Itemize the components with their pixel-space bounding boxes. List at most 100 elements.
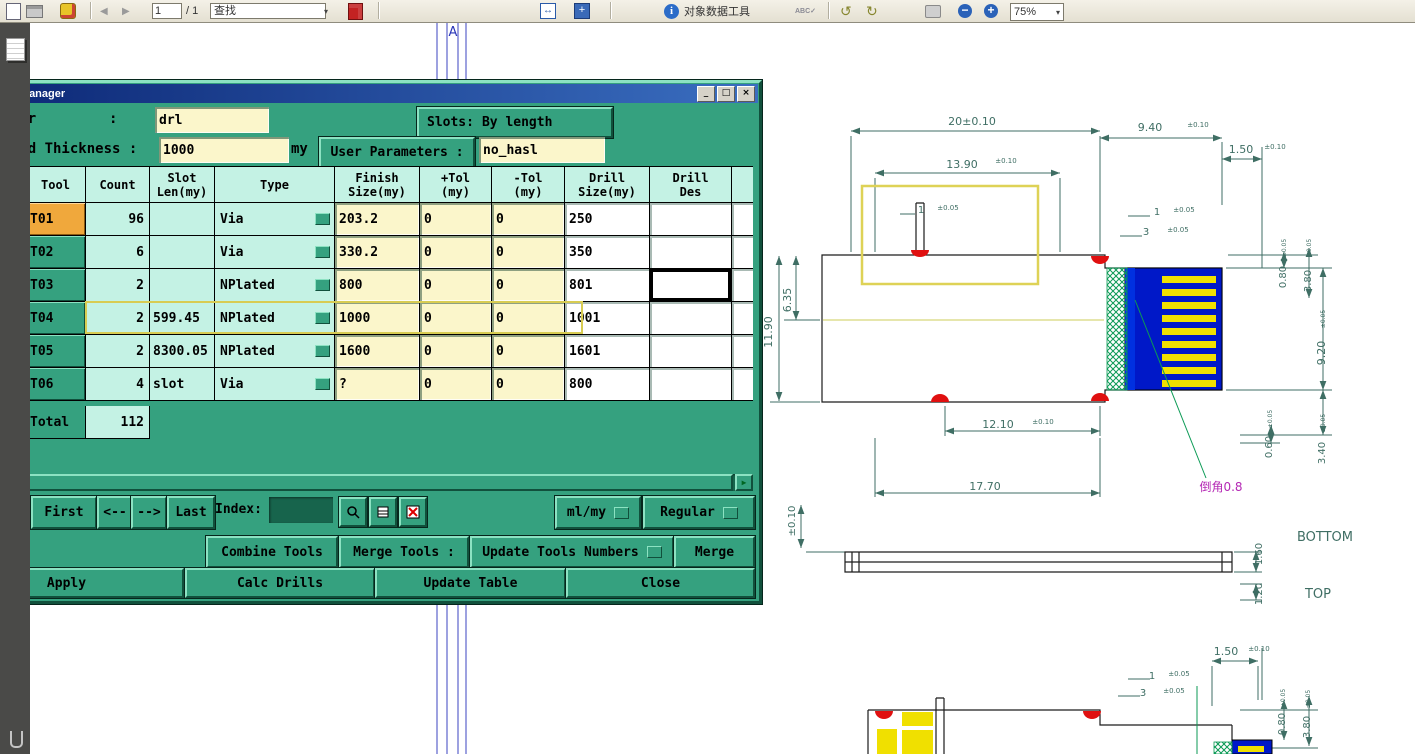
zoom-out-icon[interactable]: −	[958, 3, 972, 19]
snapshot-icon[interactable]	[925, 3, 941, 19]
pan-tool-button[interactable]	[369, 497, 397, 527]
user-parameters-input[interactable]: no_hasl	[479, 137, 605, 163]
side-input[interactable]	[732, 335, 753, 368]
finish-size-input[interactable]: 1000	[335, 302, 420, 335]
drill-des-input[interactable]	[650, 236, 732, 269]
side-input[interactable]	[732, 302, 753, 335]
pages-panel-icon[interactable]	[6, 38, 25, 61]
combine-tools-button[interactable]: Combine Tools	[206, 536, 338, 568]
scrollbar-thumb[interactable]	[0, 474, 733, 491]
minus-tol-input[interactable]: 0	[492, 203, 565, 236]
drill-des-input[interactable]	[650, 269, 732, 302]
board-thickness-input[interactable]: 1000	[159, 137, 289, 163]
finish-size-input[interactable]: 203.2	[335, 203, 420, 236]
pdf-icon	[348, 2, 363, 20]
calc-drills-button[interactable]: Calc Drills	[185, 568, 375, 598]
zoom-in-icon[interactable]: +	[984, 3, 998, 19]
dialog-titlebar[interactable]: Drill Tool Manager _ □ ×	[0, 84, 758, 103]
tool-button[interactable]: T02	[26, 236, 86, 269]
mode-select[interactable]: Regular	[643, 496, 755, 529]
object-data-tool-button[interactable]: i 对象数据工具	[664, 3, 750, 19]
side-input[interactable]	[732, 203, 753, 236]
update-tools-numbers-select[interactable]: Update Tools Numbers	[470, 536, 674, 568]
slot-len-cell	[150, 236, 215, 269]
drill-size-input[interactable]: 250	[565, 203, 650, 236]
previous-page-icon[interactable]: ◀	[100, 3, 108, 19]
drill-size-input[interactable]: 1001	[565, 302, 650, 335]
minus-tol-input[interactable]: 0	[492, 368, 565, 401]
drill-size-input[interactable]: 800	[565, 368, 650, 401]
prev-button[interactable]: <--	[97, 496, 133, 529]
index-input[interactable]	[269, 497, 333, 523]
tool-button[interactable]: T05	[26, 335, 86, 368]
fit-page-icon[interactable]: +	[574, 3, 590, 19]
units-select[interactable]: ml/my	[555, 496, 641, 529]
type-select[interactable]: Via	[215, 368, 335, 401]
stamp-icon[interactable]	[60, 3, 76, 19]
user-parameters-button[interactable]: User Parameters :	[319, 137, 475, 168]
clear-filter-button[interactable]	[399, 497, 427, 527]
slots-mode-select[interactable]: Slots: By length	[417, 107, 613, 138]
previous-view-icon[interactable]: ↺	[840, 3, 852, 19]
spellcheck-icon[interactable]: ABC ✓	[795, 3, 816, 19]
tool-button[interactable]: T01	[26, 203, 86, 236]
find-input[interactable]	[210, 3, 326, 19]
drill-size-input[interactable]: 1601	[565, 335, 650, 368]
minus-tol-input[interactable]: 0	[492, 269, 565, 302]
zoom-tool-button[interactable]	[339, 497, 367, 527]
update-table-button[interactable]: Update Table	[375, 568, 566, 598]
plus-tol-input[interactable]: 0	[420, 368, 492, 401]
finish-size-input[interactable]: 800	[335, 269, 420, 302]
side-input[interactable]	[732, 236, 753, 269]
plus-tol-input[interactable]: 0	[420, 269, 492, 302]
tool-button[interactable]: T06	[26, 368, 86, 401]
restore-button[interactable]: □	[717, 85, 735, 102]
plus-tol-input[interactable]: 0	[420, 335, 492, 368]
last-button[interactable]: Last	[167, 496, 215, 529]
close-window-button[interactable]: ×	[737, 85, 755, 102]
type-select[interactable]: Via	[215, 236, 335, 269]
next-view-icon[interactable]: ↻	[866, 3, 878, 19]
convert-pdf-icon[interactable]	[348, 2, 363, 20]
side-input[interactable]	[732, 269, 753, 302]
drill-des-input[interactable]	[650, 368, 732, 401]
next-button[interactable]: -->	[131, 496, 167, 529]
finish-size-input[interactable]: ?	[335, 368, 420, 401]
layer-input[interactable]: drl	[155, 107, 269, 133]
drill-des-input[interactable]	[650, 203, 732, 236]
type-select[interactable]: NPlated	[215, 335, 335, 368]
find-dropdown-icon[interactable]: ▾	[324, 3, 328, 19]
minus-tol-input[interactable]: 0	[492, 335, 565, 368]
plus-tol-input[interactable]: 0	[420, 203, 492, 236]
fit-width-icon[interactable]: ↔	[540, 3, 556, 19]
drill-size-input[interactable]: 350	[565, 236, 650, 269]
drill-des-input[interactable]	[650, 335, 732, 368]
tool-button[interactable]: T03	[26, 269, 86, 302]
zoom-level-select[interactable]: 75% ▾	[1010, 3, 1064, 21]
first-button[interactable]: First	[31, 496, 97, 529]
merge-tools-button[interactable]: Merge Tools :	[339, 536, 469, 568]
finish-size-input[interactable]: 330.2	[335, 236, 420, 269]
type-select[interactable]: Via	[215, 203, 335, 236]
minus-tol-input[interactable]: 0	[492, 236, 565, 269]
attachments-panel-icon[interactable]	[10, 731, 23, 748]
open-document-icon[interactable]	[6, 2, 21, 20]
merge-button[interactable]: Merge	[674, 536, 755, 568]
close-button[interactable]: Close	[566, 568, 755, 598]
minimize-button[interactable]: _	[697, 85, 715, 102]
tool-button[interactable]: T04	[26, 302, 86, 335]
type-select[interactable]: NPlated	[215, 302, 335, 335]
table-horizontal-scrollbar[interactable]: ▶	[0, 474, 753, 491]
next-page-icon[interactable]: ▶	[122, 3, 130, 19]
drill-size-input[interactable]: 801	[565, 269, 650, 302]
finish-size-input[interactable]: 1600	[335, 335, 420, 368]
type-select[interactable]: NPlated	[215, 269, 335, 302]
page-number-input[interactable]	[152, 3, 182, 19]
print-icon[interactable]	[26, 3, 43, 19]
plus-tol-input[interactable]: 0	[420, 236, 492, 269]
drill-des-input[interactable]	[650, 302, 732, 335]
plus-tol-input[interactable]: 0	[420, 302, 492, 335]
side-input[interactable]	[732, 368, 753, 401]
scrollbar-right-arrow[interactable]: ▶	[735, 474, 753, 491]
minus-tol-input[interactable]: 0	[492, 302, 565, 335]
